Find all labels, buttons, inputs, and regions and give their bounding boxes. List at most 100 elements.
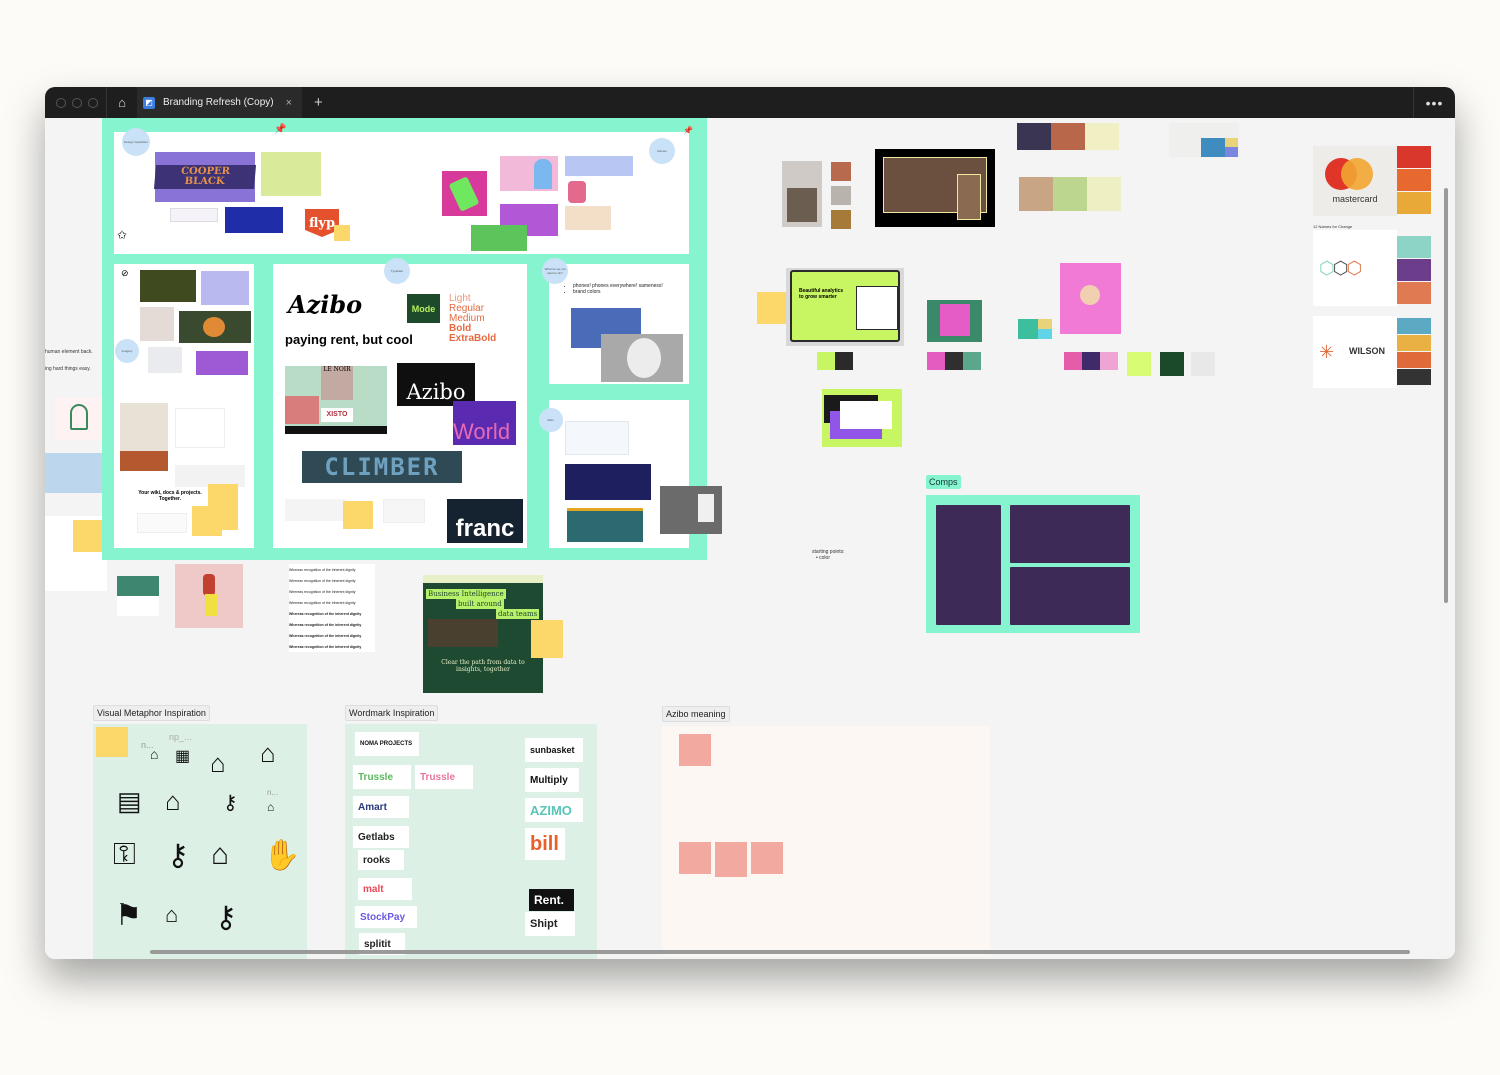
for-sale-sign-icon[interactable]: ⚑ xyxy=(115,898,142,933)
app-screens-image[interactable] xyxy=(261,152,321,196)
wordmark-logo[interactable]: malt xyxy=(358,878,412,900)
color-swatch[interactable] xyxy=(1053,177,1087,211)
analytics-screenshot[interactable]: Beautiful analytics to grow smarter xyxy=(786,268,904,346)
comps-label[interactable]: Comps xyxy=(926,475,961,489)
color-swatch[interactable] xyxy=(1397,352,1431,368)
hand-house-dollar-icon[interactable]: ⌂ xyxy=(165,786,181,817)
dashboard-screenshot[interactable] xyxy=(565,421,629,455)
green-web-image[interactable] xyxy=(471,225,527,251)
color-swatch[interactable] xyxy=(1397,369,1431,385)
color-swatch[interactable] xyxy=(1160,352,1184,376)
sticky-note[interactable] xyxy=(751,842,783,874)
blue-banner-image[interactable] xyxy=(225,207,283,233)
palette-teal-block[interactable] xyxy=(1018,319,1052,339)
tab-branding-refresh[interactable]: ◩ Branding Refresh (Copy) × xyxy=(137,87,303,118)
house-pin-icon[interactable]: ⌂ xyxy=(150,746,158,762)
web-layout-image[interactable] xyxy=(120,403,168,471)
wordmark-logo[interactable]: Shipt xyxy=(525,912,575,936)
whiteboard-canvas[interactable]: human element back. ing hard things easy… xyxy=(45,118,1455,959)
color-swatch[interactable] xyxy=(1397,282,1431,304)
azibo-meaning-frame[interactable] xyxy=(662,726,990,956)
wordmark-logo[interactable]: Getlabs xyxy=(353,826,409,848)
storefront-photo[interactable] xyxy=(782,161,822,227)
azibo-meaning-label[interactable]: Azibo meaning xyxy=(662,706,730,722)
color-swatch[interactable] xyxy=(831,210,851,229)
type-list-image[interactable] xyxy=(383,499,425,523)
key-icon[interactable]: ⚷ xyxy=(223,790,238,815)
maximize-window-button[interactable] xyxy=(88,97,98,108)
illustration-woman[interactable] xyxy=(55,398,103,440)
color-swatch[interactable] xyxy=(1397,169,1431,191)
visual-metaphor-label[interactable]: Visual Metaphor Inspiration xyxy=(93,705,210,721)
house-keys-icon[interactable]: ⌂ xyxy=(211,838,229,872)
color-swatch[interactable] xyxy=(817,352,835,370)
leopard-pink-photo[interactable] xyxy=(927,300,982,342)
wordmark-logo[interactable]: StockPay xyxy=(355,906,417,928)
dark-web-screenshot[interactable] xyxy=(565,464,651,500)
street-photo[interactable] xyxy=(660,486,722,534)
franc-logo[interactable]: franc xyxy=(447,499,523,543)
dog-photo[interactable] xyxy=(601,334,683,382)
tattoo-photo[interactable] xyxy=(140,307,174,341)
home-icon[interactable]: ⌂ xyxy=(107,87,137,118)
wordmark-logo[interactable]: rooks xyxy=(358,850,404,870)
sticky-note[interactable] xyxy=(715,842,747,877)
hand-key-icon[interactable]: ⚷ xyxy=(215,900,237,935)
calendar-house-icon[interactable]: ⌂ xyxy=(260,738,276,769)
color-swatch[interactable] xyxy=(831,162,851,181)
packaging-photo[interactable]: LE NOIR XISTO xyxy=(285,366,387,434)
type-grid-image[interactable] xyxy=(285,499,345,521)
color-swatch[interactable] xyxy=(1397,318,1431,334)
horizontal-scrollbar[interactable] xyxy=(150,950,1410,954)
wordmark-logo[interactable]: NOMA PROJECTS xyxy=(355,732,419,756)
mastercard-card[interactable]: mastercard xyxy=(1313,146,1397,216)
color-swatch[interactable] xyxy=(1397,236,1431,258)
color-swatch[interactable] xyxy=(1051,123,1085,150)
color-swatch[interactable] xyxy=(945,352,963,370)
people-illustration[interactable] xyxy=(137,513,187,533)
names-for-change-card[interactable]: ⬡⬡⬡ xyxy=(1313,230,1397,306)
green-phone-image[interactable] xyxy=(442,171,487,216)
app-grid-image[interactable] xyxy=(196,351,248,375)
vertical-scrollbar[interactable] xyxy=(1444,188,1448,603)
color-swatch[interactable] xyxy=(1019,177,1053,211)
comp-top[interactable] xyxy=(1010,505,1130,563)
sticky-note[interactable] xyxy=(679,842,711,874)
close-window-button[interactable] xyxy=(56,97,66,108)
key-tag-icon[interactable]: ⚿ xyxy=(113,838,136,872)
wordmark-logo[interactable]: Rent. xyxy=(529,889,574,911)
climber-logo[interactable]: CLIMBER xyxy=(302,451,462,483)
phone-photo-image[interactable] xyxy=(568,181,586,203)
wordmark-logo[interactable]: Trussle xyxy=(353,765,411,789)
comps-frame[interactable] xyxy=(926,495,1140,633)
skater-illustration[interactable] xyxy=(175,564,243,628)
ui-chip-image[interactable] xyxy=(170,208,218,222)
palette-blue-block[interactable] xyxy=(1169,123,1239,157)
color-swatch[interactable] xyxy=(1085,123,1119,150)
azibo-serif-logo[interactable]: Azibo xyxy=(397,363,475,406)
overlapping-cards-graphic[interactable] xyxy=(822,389,902,447)
sticky-note[interactable] xyxy=(334,225,350,241)
wordmark-logo[interactable]: sunbasket xyxy=(525,738,583,762)
color-swatch[interactable] xyxy=(1100,352,1118,370)
certificate-icon[interactable]: ▤ xyxy=(117,786,142,817)
color-swatch[interactable] xyxy=(1397,335,1431,351)
line-illustration[interactable] xyxy=(175,408,225,448)
nature-web-screenshot[interactable] xyxy=(567,508,643,542)
website-mockup-photo[interactable] xyxy=(875,149,995,227)
color-swatch[interactable] xyxy=(927,352,945,370)
pink-room-photo[interactable] xyxy=(1060,263,1121,334)
pink-web-image[interactable] xyxy=(500,156,558,191)
hand-house-key-icon[interactable]: ✋ xyxy=(263,838,300,873)
color-swatch[interactable] xyxy=(1064,352,1082,370)
beige-web-image[interactable] xyxy=(565,206,611,230)
wordmark-logo[interactable]: Trussle xyxy=(415,765,473,789)
color-swatch[interactable] xyxy=(963,352,981,370)
color-swatch[interactable] xyxy=(835,352,853,370)
sticky-note[interactable] xyxy=(679,734,711,766)
green-card-image[interactable] xyxy=(117,576,159,616)
sticky-note[interactable] xyxy=(757,292,787,324)
wordmark-logo[interactable]: Multiply xyxy=(525,768,579,792)
illustration-squirrel[interactable] xyxy=(179,311,251,343)
sticky-note[interactable] xyxy=(531,620,563,658)
